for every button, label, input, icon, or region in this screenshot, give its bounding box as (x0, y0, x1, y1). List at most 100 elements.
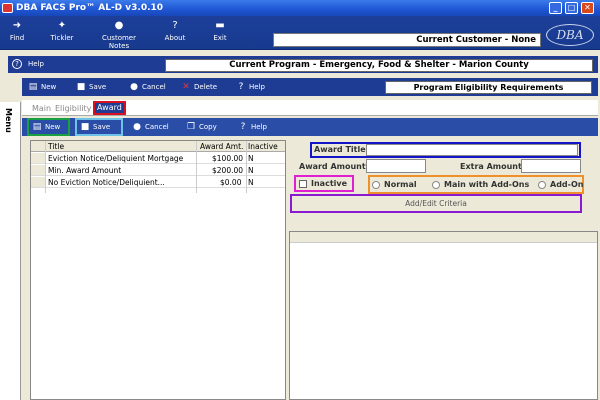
award-title-label: Award Title (314, 145, 366, 154)
program-cancel-label: Cancel (142, 83, 166, 91)
program-help-label: Help (249, 83, 265, 91)
grid-divider (45, 141, 46, 193)
radio-add-on[interactable]: Add-On (538, 180, 583, 190)
inactive-label: Inactive (311, 179, 348, 188)
award-copy-button[interactable]: ❐ Copy (186, 120, 217, 134)
program-save-button[interactable]: ■ Save (76, 80, 106, 94)
row-title: Min. Award Amount (48, 166, 122, 175)
cancel-icon: ● (133, 122, 141, 132)
save-icon: ■ (76, 82, 86, 92)
extra-amount-input[interactable] (521, 159, 581, 173)
program-delete-label: Delete (194, 83, 217, 91)
exit-icon: ▬ (215, 20, 225, 31)
row-selector[interactable] (31, 177, 45, 188)
award-help-label: Help (251, 123, 267, 131)
side-menu-label[interactable]: Menu (4, 108, 13, 133)
dba-logo: DBA (546, 24, 594, 46)
current-program-field: Current Program - Emergency, Food & Shel… (165, 59, 593, 72)
radio-main-with-add-ons-button[interactable] (432, 180, 440, 189)
program-save-label: Save (89, 83, 107, 91)
side-menu[interactable] (0, 102, 21, 400)
find-button[interactable]: ➜ Find (4, 18, 30, 48)
row-selector[interactable] (31, 153, 45, 164)
table-row[interactable]: No Eviction Notice/Deliquient... $0.00 N (46, 177, 285, 188)
find-icon: ➜ (12, 20, 22, 31)
new-highlight-box (27, 118, 70, 136)
award-amount-input[interactable] (366, 159, 426, 173)
new-icon: ▤ (28, 82, 38, 92)
program-delete-button[interactable]: ✕ Delete (181, 80, 217, 94)
save-highlight-box (75, 118, 123, 136)
award-help-button[interactable]: ? Help (238, 120, 267, 134)
window-title-bar: DBA FACS Pro™ AL-D v3.0.10 (0, 0, 600, 16)
row-title: Eviction Notice/Deliquient Mortgage (48, 154, 184, 163)
radio-normal[interactable]: Normal (372, 180, 417, 190)
find-label: Find (9, 34, 25, 42)
help-icon: ? (240, 122, 246, 132)
maximize-button[interactable]: □ (565, 2, 578, 14)
award-cancel-label: Cancel (145, 123, 169, 131)
tickler-label: Tickler (50, 34, 74, 42)
tab-main[interactable]: Main (32, 102, 51, 115)
section-title-field: Program Eligibility Requirements (385, 81, 592, 94)
row-amount: $200.00 (212, 166, 244, 175)
award-cancel-button[interactable]: ● Cancel (132, 120, 169, 134)
about-icon: ? (172, 20, 178, 31)
row-inactive: N (248, 154, 254, 163)
award-copy-label: Copy (199, 123, 217, 131)
inactive-checkbox[interactable] (299, 180, 307, 188)
help-icon: ? (238, 82, 244, 92)
tickler-button[interactable]: ✦ Tickler (47, 18, 77, 48)
current-customer-field: Current Customer - None (273, 33, 541, 47)
grid-divider (196, 141, 197, 193)
delete-icon: ✕ (182, 82, 190, 92)
extra-amount-label: Extra Amount (460, 162, 522, 171)
app-icon (2, 3, 13, 13)
about-label: About (164, 34, 186, 42)
about-button[interactable]: ? About (162, 18, 188, 48)
help-label[interactable]: Help (28, 56, 44, 73)
customer-notes-button[interactable]: ● Customer Notes (91, 18, 147, 50)
row-selector[interactable] (31, 165, 45, 176)
program-new-button[interactable]: ▤ New (28, 80, 57, 94)
tickler-icon: ✦ (57, 20, 67, 31)
minimize-button[interactable]: _ (549, 2, 562, 14)
radio-normal-label: Normal (384, 180, 417, 189)
help-icon[interactable]: ? (12, 59, 22, 69)
criteria-list-header (290, 232, 597, 243)
radio-add-on-button[interactable] (538, 180, 546, 189)
program-cancel-button[interactable]: ● Cancel (129, 80, 166, 94)
cancel-icon: ● (130, 82, 138, 92)
row-amount: $100.00 (212, 154, 244, 163)
radio-main-with-add-ons[interactable]: Main with Add-Ons (432, 180, 529, 190)
close-button[interactable]: ✕ (581, 2, 594, 14)
radio-normal-button[interactable] (372, 180, 380, 189)
radio-main-with-add-ons-label: Main with Add-Ons (444, 180, 530, 189)
award-title-input[interactable] (366, 144, 578, 156)
window-title: DBA FACS Pro™ AL-D v3.0.10 (16, 3, 164, 13)
menu-strip (0, 56, 8, 102)
program-new-label: New (41, 83, 57, 91)
tab-eligibility[interactable]: Eligibility (55, 102, 91, 115)
criteria-list[interactable] (289, 231, 598, 400)
customer-notes-icon: ● (114, 20, 124, 31)
column-header-title[interactable]: Title (48, 141, 64, 152)
customer-notes-label: Customer Notes (101, 34, 136, 50)
radio-add-on-label: Add-On (550, 180, 584, 189)
row-title: No Eviction Notice/Deliquient... (48, 178, 165, 187)
row-inactive: N (248, 166, 254, 175)
tab-award[interactable]: Award (93, 101, 126, 115)
exit-label: Exit (213, 34, 227, 42)
column-header-award-amt[interactable]: Award Amt. (200, 141, 243, 152)
exit-button[interactable]: ▬ Exit (207, 18, 233, 48)
table-row[interactable]: Min. Award Amount $200.00 N (46, 165, 285, 176)
copy-icon: ❐ (186, 122, 196, 132)
table-row[interactable]: Eviction Notice/Deliquient Mortgage $100… (46, 153, 285, 164)
award-amount-label: Award Amount (299, 162, 366, 171)
grid-divider (246, 141, 247, 193)
row-inactive: N (248, 178, 254, 187)
add-edit-criteria-button[interactable]: Add/Edit Criteria (292, 196, 580, 211)
row-amount: $0.00 (220, 178, 242, 187)
column-header-inactive[interactable]: Inactive (248, 141, 278, 152)
program-help-button[interactable]: ? Help (236, 80, 265, 94)
